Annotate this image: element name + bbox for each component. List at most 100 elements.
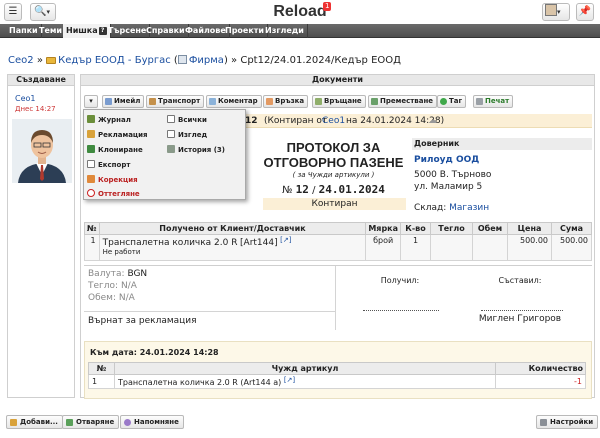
recipient-store: Склад: Магазин (414, 203, 489, 213)
row-qty: 1 (400, 234, 431, 261)
menu-item-complaint[interactable]: Рекламация (87, 130, 148, 139)
truck-icon (149, 98, 156, 105)
more-actions-dropdown: Журнал Рекламация Клониране Експорт Коре… (83, 109, 246, 200)
printer-icon (476, 98, 483, 105)
breadcrumb-paren-close: ) (223, 55, 228, 66)
move-button[interactable]: Преместване (368, 95, 438, 108)
row-sum: 500.00 (551, 234, 592, 261)
volume-label: Обем: (88, 293, 116, 303)
received-label: Получил: (380, 276, 420, 285)
menu-item-withdraw[interactable]: Оттегляне (87, 189, 140, 198)
creator-avatar (12, 119, 72, 183)
return-button[interactable]: Връщане (312, 95, 366, 108)
notification-badge[interactable]: 1 (323, 2, 332, 11)
menu-item-export[interactable]: Експорт (87, 160, 130, 169)
col-sum: Сума (551, 222, 592, 235)
menu-views[interactable]: Изгледи (262, 24, 308, 38)
menu-item-history[interactable]: История (3) (167, 145, 225, 154)
link-icon (266, 98, 273, 105)
comment-button[interactable]: Коментар (206, 95, 262, 108)
top-bar: ☰ 🔍▾ Reload 1 ▾ 📌 (0, 0, 600, 24)
external-link-icon[interactable]: [↗] (284, 376, 295, 384)
history-row-qty: -1 (495, 374, 586, 389)
main-menu: Папки Теми Нишка? Търсене Справки Файлов… (0, 24, 600, 38)
menu-item-journal-label: Журнал (98, 116, 131, 124)
row-weight (430, 234, 473, 261)
return-label: Връщане (324, 97, 362, 105)
item-name: Транспалетна количка 2.0 R (102, 238, 238, 248)
menu-item-export-label: Експорт (98, 161, 131, 169)
menu-item-journal[interactable]: Журнал (87, 115, 131, 124)
link-button[interactable]: Връзка (263, 95, 309, 108)
creator-name[interactable]: Ceo1 (15, 94, 36, 103)
breadcrumb-current: Срt12/24.01.2024/Кедър ЕООД (240, 55, 401, 66)
composed-name: Миглен Григоров (478, 314, 562, 324)
external-link-icon[interactable]: [↗] (280, 236, 291, 244)
history-item-name: Транспалетна количка 2.0 R (Art144 а) (118, 378, 282, 387)
chevron-down-icon: ▾ (89, 97, 93, 105)
currency-label: Валута: (88, 269, 125, 279)
composed-signature-line (481, 310, 563, 311)
menu-topics[interactable]: Теми (36, 24, 67, 38)
transport-button[interactable]: Транспорт (146, 95, 205, 108)
col-volume: Обем (472, 222, 508, 235)
menu-item-clone[interactable]: Клониране (87, 145, 143, 154)
store-link[interactable]: Магазин (449, 203, 489, 213)
summary-separator (84, 311, 335, 312)
breadcrumb-firm[interactable]: Фирма (189, 55, 224, 66)
settings-label: Настройки (550, 418, 594, 426)
cloud-icon[interactable]: ☁ (428, 114, 437, 128)
list-icon (167, 115, 175, 123)
history-row-item: Транспалетна количка 2.0 R (Art144 а) [↗… (114, 374, 496, 389)
history-col-item: Чужд артикул (114, 362, 496, 375)
item-note: Не работи (102, 248, 141, 256)
menu-item-view[interactable]: Изглед (167, 130, 207, 139)
breadcrumb-user[interactable]: Ceo2 (8, 55, 34, 66)
breadcrumb-folder[interactable]: Кедър ЕООД - Бургас (58, 55, 171, 66)
creator-panel: Ceo1 Днес 14:27 (7, 86, 75, 398)
menu-thread[interactable]: Нишка? (63, 24, 111, 38)
menu-item-withdraw-label: Оттегляне (98, 190, 140, 198)
tag-button[interactable]: Таг (437, 95, 467, 108)
history-icon (167, 145, 175, 153)
history-col-number: № (88, 362, 115, 375)
history-header-row: № Чужд артикул Количество (88, 362, 586, 375)
folder-icon (46, 57, 57, 64)
menu-item-clone-label: Клониране (98, 146, 143, 154)
menu-item-all[interactable]: Всички (167, 115, 207, 124)
open-button[interactable]: Отваряне (62, 415, 120, 429)
number-prefix: № (282, 185, 293, 196)
user-menu-button[interactable]: ▾ (542, 3, 570, 21)
tag-icon (440, 98, 447, 105)
settings-button[interactable]: Настройки (536, 415, 599, 429)
remind-button[interactable]: Напомняне (120, 415, 184, 429)
email-button[interactable]: Имейл (102, 95, 145, 108)
recipient-address-2: ул. Маламир 5 (414, 182, 483, 192)
document-number: 12 (295, 183, 309, 196)
pin-button[interactable]: 📌 (576, 3, 594, 21)
documents-column-header: Документи (80, 74, 595, 86)
document-subtitle: ( за Чужди артикули ) (292, 171, 375, 179)
transport-label: Транспорт (158, 97, 201, 105)
reminder-icon (124, 419, 131, 426)
history-date: Към дата: 24.01.2024 14:28 (90, 348, 219, 357)
summary-reason: Върнат за рекламация (88, 316, 197, 326)
more-actions-button[interactable]: ▾ (84, 95, 98, 108)
email-label: Имейл (114, 97, 141, 105)
status-prefix: (Контиран от (264, 116, 328, 126)
firm-icon (177, 55, 187, 64)
status-user-link[interactable]: Ceo1 (322, 114, 345, 128)
row-unit: брой (365, 234, 401, 261)
items-header-row: № Получено от Клиент/Доставчик Мярка К-в… (84, 222, 592, 235)
return-icon (315, 98, 322, 105)
export-icon (87, 160, 95, 168)
add-button[interactable]: Добави... (6, 415, 63, 429)
recipient-name[interactable]: Рилоуд ООД (414, 155, 479, 165)
col-weight: Тегло (430, 222, 473, 235)
history-table: № Чужд артикул Количество 1 Транспалетна… (88, 362, 586, 389)
menu-item-correction[interactable]: Корекция (87, 175, 138, 184)
menu-item-correction-label: Корекция (98, 176, 138, 184)
summary-currency: Валута: BGN (88, 269, 147, 279)
summary-weight: Тегло: N/A (88, 281, 137, 291)
print-button[interactable]: Печат (473, 95, 514, 108)
